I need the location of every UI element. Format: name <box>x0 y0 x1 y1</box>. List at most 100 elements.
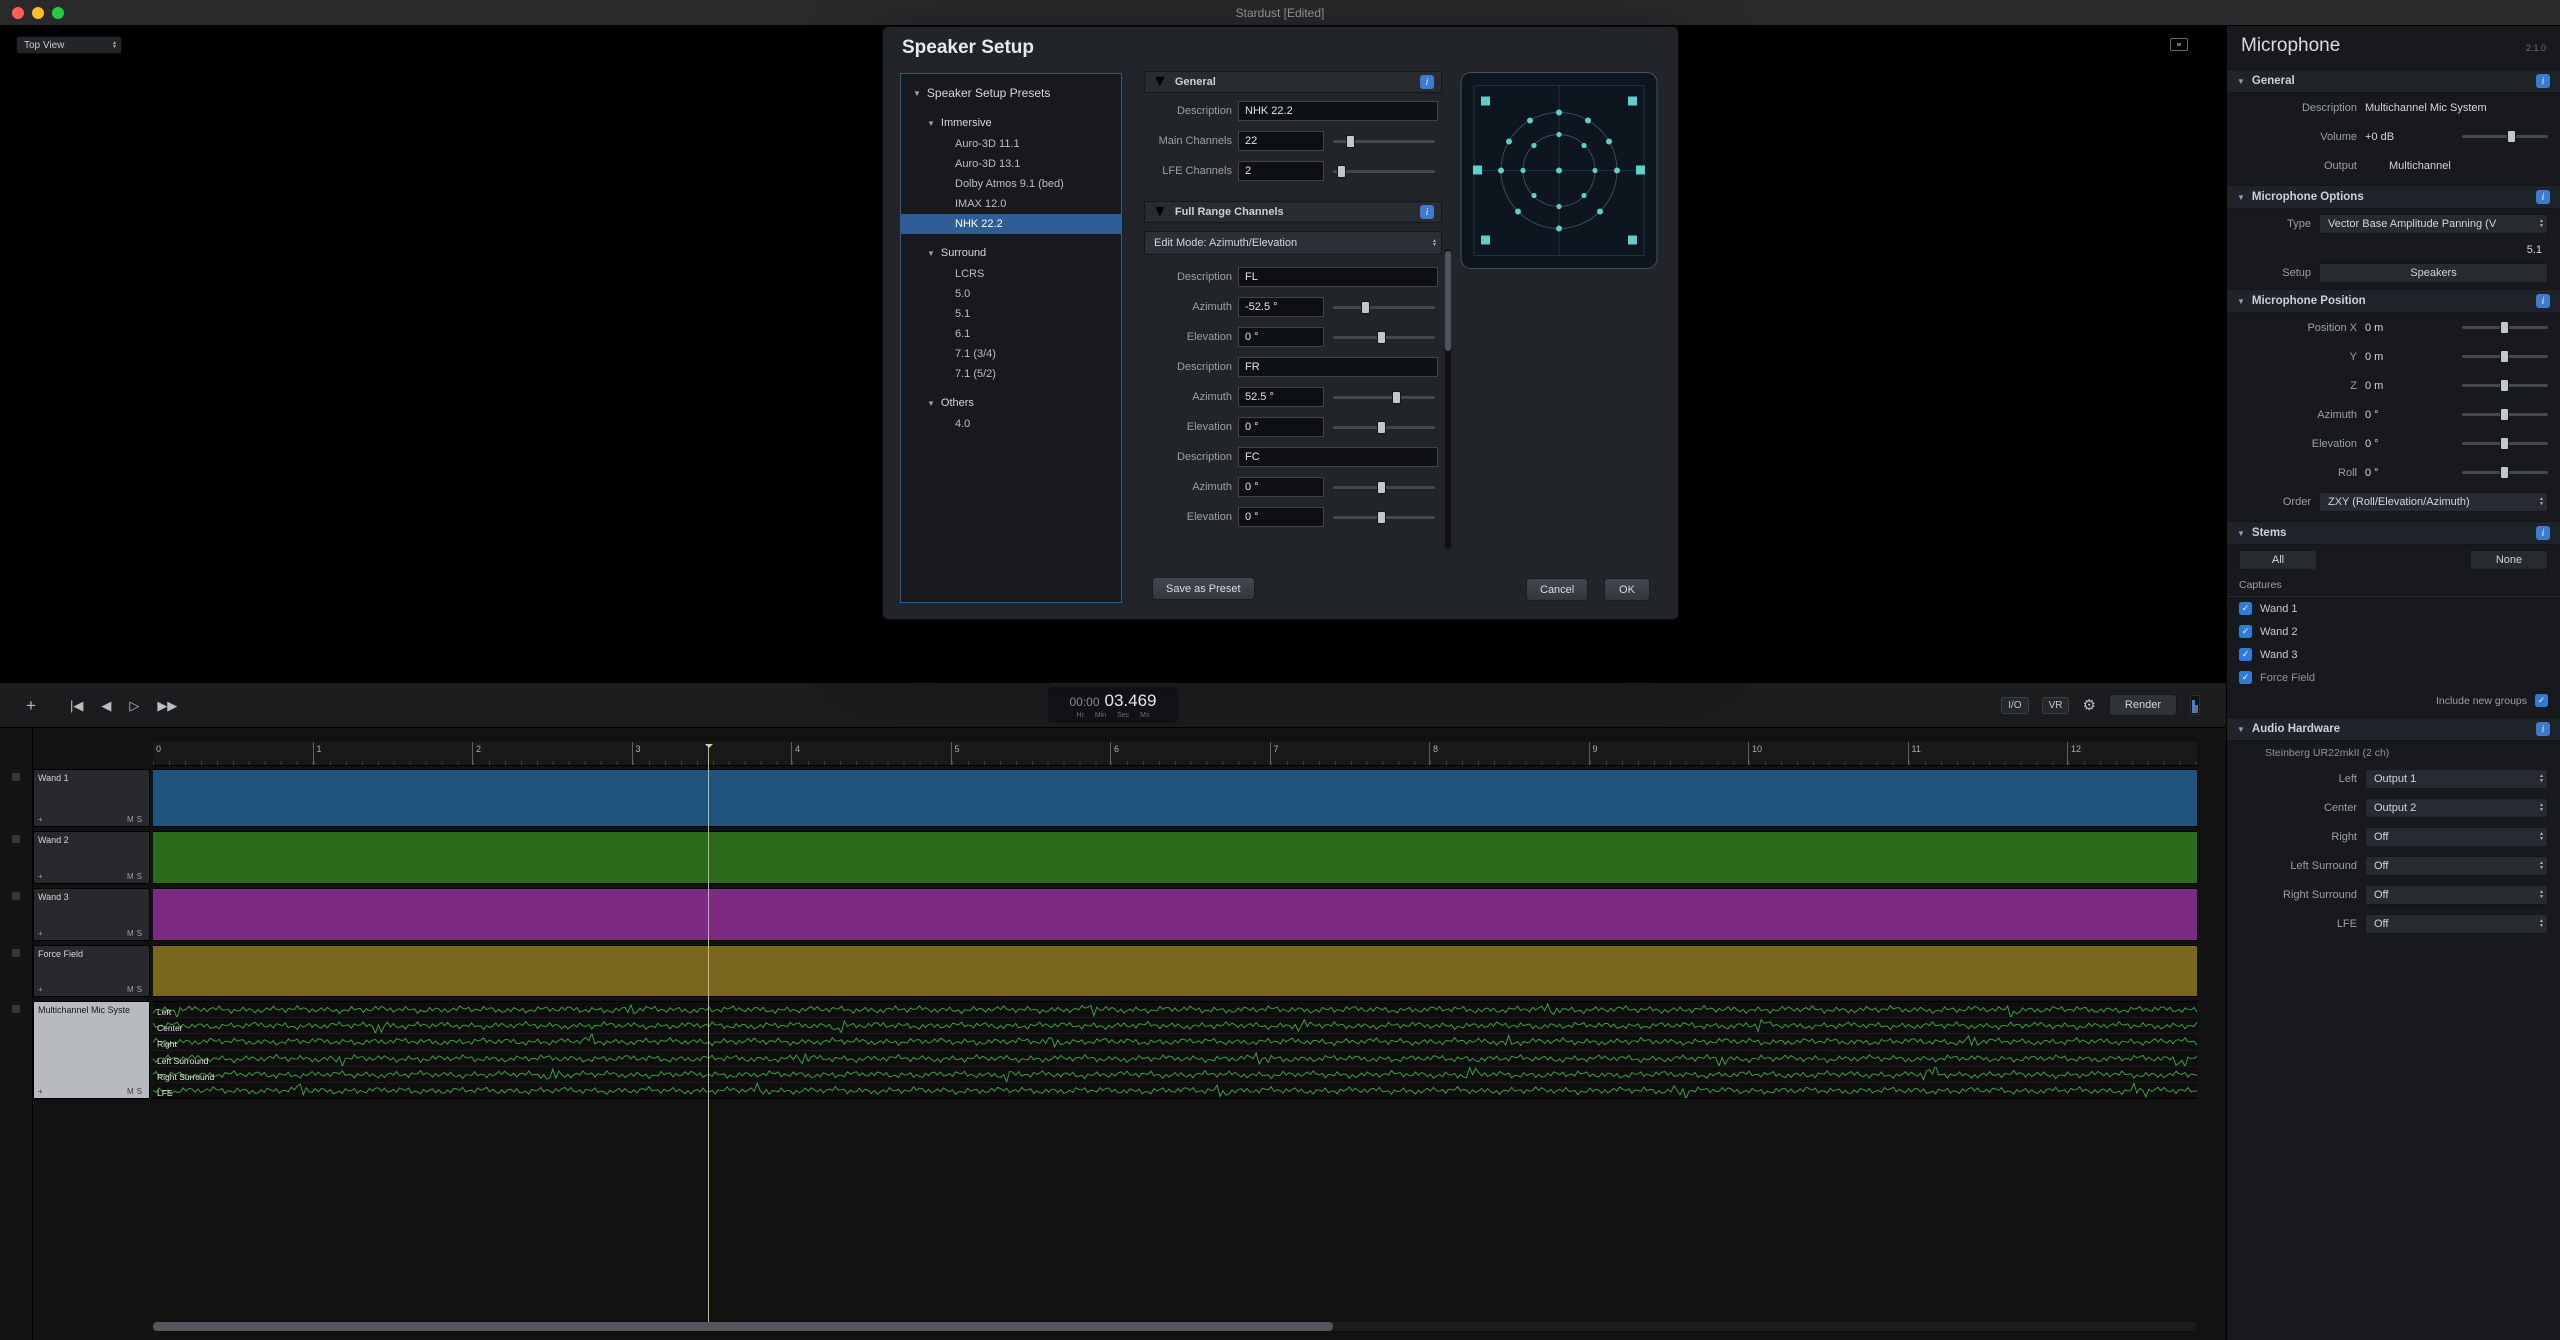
slider-handle[interactable] <box>2507 130 2516 143</box>
track-lane-multichannel-mic[interactable]: Left Center Right Left Surround Right Su… <box>153 1001 2197 1099</box>
roll-slider[interactable] <box>2462 471 2548 474</box>
section-header-options[interactable]: ▼ Microphone Options i <box>2227 185 2560 209</box>
fl-azimuth-field[interactable]: -52.5 ° <box>1238 297 1324 317</box>
slider-handle[interactable] <box>1377 421 1386 434</box>
stems-none-button[interactable]: None <box>2470 550 2548 570</box>
preset-item-selected[interactable]: NHK 22.2 <box>901 214 1121 234</box>
disclosure-triangle-icon[interactable]: ▼ <box>2237 297 2245 306</box>
playhead[interactable] <box>708 744 709 1322</box>
solo-button[interactable]: S <box>137 815 142 824</box>
preset-item[interactable]: Dolby Atmos 9.1 (bed) <box>901 174 1121 194</box>
slider-handle[interactable] <box>1361 301 1370 314</box>
ok-button[interactable]: OK <box>1604 578 1650 601</box>
close-window-button[interactable] <box>12 7 24 19</box>
info-icon[interactable]: i <box>2536 722 2550 736</box>
mute-button[interactable]: M <box>127 1087 134 1096</box>
elevation-slider[interactable] <box>2462 442 2548 445</box>
right-surround-output-dropdown[interactable]: Off ▲▼ <box>2365 885 2548 905</box>
info-icon[interactable]: i <box>1420 205 1434 219</box>
zoom-window-button[interactable] <box>52 7 64 19</box>
scrollbar-thumb[interactable] <box>1445 251 1451 351</box>
track-lane-wand1[interactable] <box>153 769 2197 827</box>
fc-azimuth-field[interactable]: 0 ° <box>1238 477 1324 497</box>
track-handle[interactable] <box>12 835 20 843</box>
slider-handle[interactable] <box>2500 437 2509 450</box>
add-icon[interactable]: + <box>38 929 43 938</box>
timecode-display[interactable]: 00:00 03.469 Hr Min Sec Ms <box>1048 687 1178 723</box>
track-header-multichannel-mic[interactable]: Multichannel Mic Syste +MS <box>33 1001 150 1099</box>
setup-button[interactable]: Speakers <box>2319 263 2548 283</box>
preset-item[interactable]: 6.1 <box>901 324 1121 344</box>
track-lane-forcefield[interactable] <box>153 945 2197 997</box>
type-dropdown[interactable]: Vector Base Amplitude Panning (V ▲▼ <box>2319 214 2548 234</box>
waveform-row[interactable]: LFE <box>153 1082 2197 1098</box>
fr-description-field[interactable]: FR <box>1238 357 1438 377</box>
skip-to-start-button[interactable]: |◀ <box>70 699 83 712</box>
fl-elevation-slider[interactable] <box>1333 336 1435 339</box>
fc-elevation-field[interactable]: 0 ° <box>1238 507 1324 527</box>
add-icon[interactable]: + <box>38 872 43 881</box>
vr-button[interactable]: VR <box>2042 697 2070 714</box>
slider-handle[interactable] <box>1377 481 1386 494</box>
order-dropdown[interactable]: ZXY (Roll/Elevation/Azimuth) ▲▼ <box>2319 492 2548 512</box>
tree-group-others[interactable]: ▼ Others <box>901 392 1121 414</box>
scrollbar-thumb[interactable] <box>153 1322 1333 1331</box>
section-header-hardware[interactable]: ▼ Audio Hardware i <box>2227 717 2560 741</box>
volume-slider[interactable] <box>2462 135 2548 138</box>
cancel-button[interactable]: Cancel <box>1526 578 1588 601</box>
track-handle[interactable] <box>12 892 20 900</box>
dialog-section-full-range[interactable]: ▼ Full Range Channels i <box>1144 201 1442 223</box>
position-y-slider[interactable] <box>2462 355 2548 358</box>
slider-handle[interactable] <box>1377 331 1386 344</box>
fl-description-field[interactable]: FL <box>1238 267 1438 287</box>
main-channels-slider[interactable] <box>1333 140 1435 143</box>
slider-handle[interactable] <box>2500 379 2509 392</box>
position-x-slider[interactable] <box>2462 326 2548 329</box>
slider-handle[interactable] <box>1377 511 1386 524</box>
slider-handle[interactable] <box>1337 165 1346 178</box>
solo-button[interactable]: S <box>137 929 142 938</box>
lfe-channels-field[interactable]: 2 <box>1238 161 1324 181</box>
fc-elevation-slider[interactable] <box>1333 516 1435 519</box>
section-header-general[interactable]: ▼ General i <box>2227 69 2560 93</box>
dialog-section-general[interactable]: ▼ General i <box>1144 71 1442 93</box>
view-mode-dropdown[interactable]: Top View ▲▼ <box>16 36 122 54</box>
slider-handle[interactable] <box>1392 391 1401 404</box>
disclosure-triangle-icon[interactable]: ▼ <box>927 399 935 408</box>
fr-elevation-slider[interactable] <box>1333 426 1435 429</box>
slider-handle[interactable] <box>1346 135 1355 148</box>
slider-handle[interactable] <box>2500 350 2509 363</box>
track-header-wand3[interactable]: Wand 3 +MS <box>33 888 150 941</box>
edit-mode-dropdown[interactable]: Edit Mode: Azimuth/Elevation ▲▼ <box>1144 231 1442 255</box>
fl-elevation-field[interactable]: 0 ° <box>1238 327 1324 347</box>
disclosure-triangle-icon[interactable]: ▼ <box>2237 77 2245 86</box>
fr-azimuth-slider[interactable] <box>1333 396 1435 399</box>
track-header-forcefield[interactable]: Force Field +MS <box>33 945 150 997</box>
preset-item[interactable]: Auro-3D 13.1 <box>901 154 1121 174</box>
waveform-row[interactable]: Right Surround <box>153 1066 2197 1082</box>
preset-item[interactable]: 4.0 <box>901 414 1121 434</box>
track-header-wand1[interactable]: Wand 1 +MS <box>33 769 150 827</box>
info-icon[interactable]: i <box>2536 74 2550 88</box>
lfe-output-dropdown[interactable]: Off ▲▼ <box>2365 914 2548 934</box>
preset-item[interactable]: Auro-3D 11.1 <box>901 134 1121 154</box>
disclosure-triangle-icon[interactable]: ▼ <box>1152 203 1168 221</box>
waveform-row[interactable]: Center <box>153 1017 2197 1033</box>
io-button[interactable]: I/O <box>2001 697 2028 714</box>
fr-elevation-field[interactable]: 0 ° <box>1238 417 1324 437</box>
preset-item[interactable]: 5.1 <box>901 304 1121 324</box>
track-handle[interactable] <box>12 1005 20 1013</box>
track-lane-wand2[interactable] <box>153 831 2197 884</box>
main-channels-field[interactable]: 22 <box>1238 131 1324 151</box>
minimize-window-button[interactable] <box>32 7 44 19</box>
info-icon[interactable]: i <box>2536 190 2550 204</box>
section-header-position[interactable]: ▼ Microphone Position i <box>2227 289 2560 313</box>
step-back-button[interactable]: ◀ <box>101 699 111 712</box>
azimuth-slider[interactable] <box>2462 413 2548 416</box>
preset-item[interactable]: 7.1 (5/2) <box>901 364 1121 384</box>
mute-button[interactable]: M <box>127 985 134 994</box>
display-icon[interactable] <box>2170 38 2188 51</box>
disclosure-triangle-icon[interactable]: ▼ <box>927 119 935 128</box>
waveform-row[interactable]: Right <box>153 1033 2197 1049</box>
waveform-row[interactable]: Left <box>153 1002 2197 1017</box>
